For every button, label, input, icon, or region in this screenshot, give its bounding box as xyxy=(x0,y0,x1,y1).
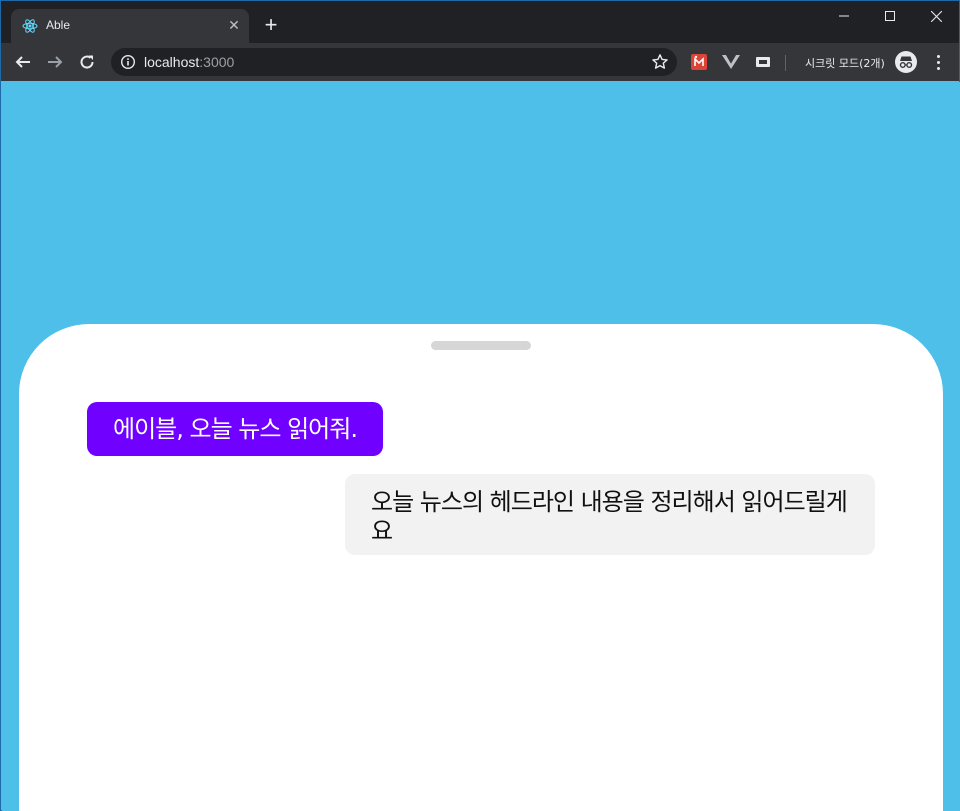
close-icon[interactable]: ✕ xyxy=(225,17,243,35)
cast-icon[interactable] xyxy=(753,52,773,72)
vue-devtools-icon[interactable] xyxy=(721,52,741,72)
minimize-icon[interactable] xyxy=(821,1,867,31)
forward-arrow-icon[interactable] xyxy=(43,50,67,74)
user-message-bubble: 에이블, 오늘 뉴스 읽어줘. xyxy=(87,402,383,456)
reload-icon[interactable] xyxy=(75,50,99,74)
tab-able[interactable]: Able ✕ xyxy=(11,9,249,43)
info-icon[interactable] xyxy=(120,54,136,70)
more-vert-icon[interactable] xyxy=(929,52,947,72)
window-close-icon[interactable] xyxy=(913,1,959,31)
page-viewport: 에이블, 오늘 뉴스 읽어줘. 오늘 뉴스의 헤드라인 내용을 정리해서 읽어드… xyxy=(2,82,960,811)
address-bar[interactable]: localhost:3000 xyxy=(111,48,677,76)
assistant-message-bubble: 오늘 뉴스의 헤드라인 내용을 정리해서 읽어드릴게요 xyxy=(345,474,875,555)
tab-strip: Able ✕ + xyxy=(1,1,959,43)
back-arrow-icon[interactable] xyxy=(11,50,35,74)
toolbar-divider xyxy=(785,55,786,71)
url-port: :3000 xyxy=(199,54,235,70)
maximize-icon[interactable] xyxy=(867,1,913,31)
sheet-drag-handle[interactable] xyxy=(431,341,531,350)
chat-sheet: 에이블, 오늘 뉴스 읽어줘. 오늘 뉴스의 헤드라인 내용을 정리해서 읽어드… xyxy=(19,324,943,811)
plus-icon[interactable]: + xyxy=(259,13,283,37)
react-favicon-icon xyxy=(22,19,38,33)
extension-icon[interactable] xyxy=(689,52,709,72)
incognito-label[interactable]: 시크릿 모드(2개) xyxy=(805,55,885,71)
url-text: localhost:3000 xyxy=(144,54,234,70)
incognito-icon[interactable] xyxy=(895,51,917,73)
star-icon[interactable] xyxy=(651,53,669,71)
tab-title: Able xyxy=(46,18,71,32)
browser-window: Able ✕ + localhost:3000 시크릿 모드(2개) 에이블, … xyxy=(0,0,960,811)
url-host: localhost xyxy=(144,54,200,70)
browser-toolbar: localhost:3000 시크릿 모드(2개) xyxy=(1,43,959,81)
